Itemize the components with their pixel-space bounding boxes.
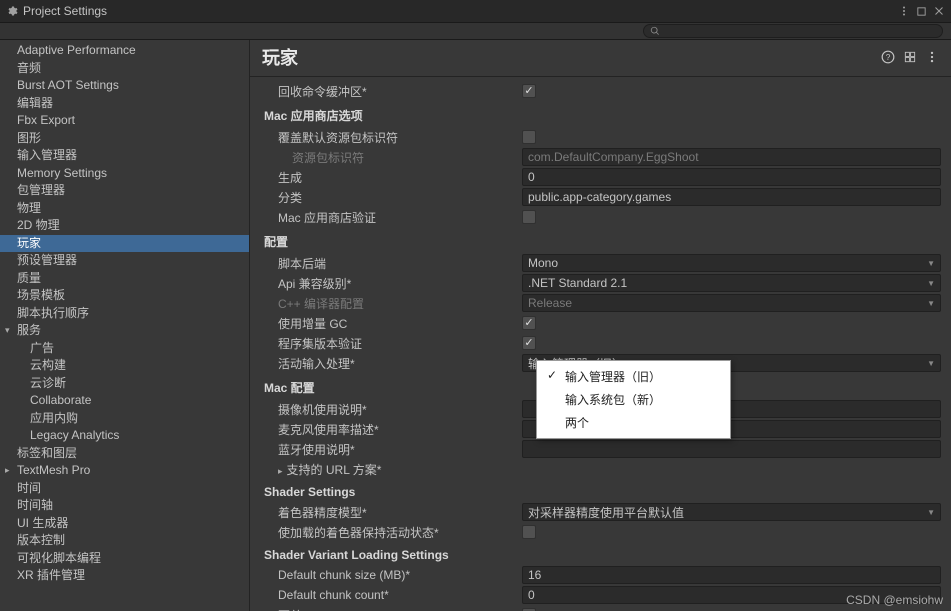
titlebar: Project Settings (0, 0, 951, 22)
backend-label: 脚本后端 (264, 255, 522, 272)
searchbar (0, 22, 951, 40)
maximize-icon[interactable] (916, 6, 927, 17)
override-bundle-label: 覆盖默认资源包标识符 (264, 129, 522, 146)
sidebar-item[interactable]: Fbx Export (0, 112, 249, 130)
sidebar-item[interactable]: 预设管理器 (0, 252, 249, 270)
dropdown-option-both[interactable]: 两个 (537, 411, 730, 434)
sidebar-item[interactable]: 应用内购 (0, 410, 249, 428)
sidebar-item[interactable]: 质量 (0, 270, 249, 288)
camera-label: 摄像机使用说明* (264, 401, 522, 418)
cpp-label: C++ 编译器配置 (264, 295, 522, 312)
search-icon (650, 26, 660, 36)
sidebar-item[interactable]: 2D 物理 (0, 217, 249, 235)
chunksize-label: Default chunk size (MB)* (264, 568, 522, 582)
sidebar: Adaptive Performance音频Burst AOT Settings… (0, 40, 250, 611)
bt-label: 蓝牙使用说明* (264, 441, 522, 458)
api-label: Api 兼容级别* (264, 275, 522, 292)
sidebar-item[interactable]: 图形 (0, 130, 249, 148)
api-dropdown[interactable]: .NET Standard 2.1▼ (522, 274, 941, 292)
sidebar-item[interactable]: Collaborate (0, 392, 249, 410)
sidebar-item[interactable]: Memory Settings (0, 165, 249, 183)
category-field[interactable] (522, 188, 941, 206)
sidebar-item[interactable]: 标签和图层 (0, 445, 249, 463)
sidebar-item[interactable]: TextMesh Pro (0, 462, 249, 480)
sidebar-item[interactable]: 脚本执行顺序 (0, 305, 249, 323)
sidebar-item[interactable]: Burst AOT Settings (0, 77, 249, 95)
mic-label: 麦克风使用率描述* (264, 421, 522, 438)
more-icon[interactable] (898, 5, 910, 17)
recall-buffer-checkbox[interactable] (522, 84, 536, 98)
build-label: 生成 (264, 169, 522, 186)
chunkcount-label: Default chunk count* (264, 588, 522, 602)
config-section: 配置 (264, 227, 941, 253)
gc-label: 使用增量 GC (264, 315, 522, 332)
gear-icon (6, 5, 18, 17)
sidebar-item[interactable]: 音频 (0, 60, 249, 78)
sidebar-item[interactable]: 时间 (0, 480, 249, 498)
variant-section: Shader Variant Loading Settings (264, 542, 941, 565)
sidebar-item[interactable]: 编辑器 (0, 95, 249, 113)
sidebar-item[interactable]: 云诊断 (0, 375, 249, 393)
close-icon[interactable] (933, 5, 945, 17)
shaderprec-dropdown[interactable]: 对采样器精度使用平台默认值▼ (522, 503, 941, 521)
category-label: 分类 (264, 189, 522, 206)
window-title: Project Settings (23, 4, 107, 18)
sidebar-item[interactable]: XR 插件管理 (0, 567, 249, 585)
keepshaders-checkbox[interactable] (522, 525, 536, 539)
sidebar-item[interactable]: 云构建 (0, 357, 249, 375)
menu-icon[interactable] (925, 50, 939, 64)
page-title: 玩家 (262, 44, 298, 70)
svg-text:?: ? (886, 53, 891, 62)
url-schemes-foldout[interactable]: 支持的 URL 方案* (264, 461, 522, 478)
dropdown-option-old[interactable]: 输入管理器（旧） (537, 365, 730, 388)
sidebar-item[interactable]: 广告 (0, 340, 249, 358)
sidebar-item[interactable]: 版本控制 (0, 532, 249, 550)
gc-checkbox[interactable] (522, 316, 536, 330)
sidebar-item[interactable]: UI 生成器 (0, 515, 249, 533)
bundle-id-field[interactable] (522, 148, 941, 166)
bundle-id-label: 资源包标识符 (264, 149, 522, 166)
mac-validate-label: Mac 应用商店验证 (264, 209, 522, 226)
override-label: 覆盖 (264, 607, 522, 611)
assembly-checkbox[interactable] (522, 336, 536, 350)
keepshaders-label: 使加载的着色器保持活动状态* (264, 524, 522, 541)
override-bundle-checkbox[interactable] (522, 130, 536, 144)
cpp-dropdown: Release▼ (522, 294, 941, 312)
sidebar-item[interactable]: 包管理器 (0, 182, 249, 200)
activeinput-popup: 输入管理器（旧） 输入系统包（新） 两个 (536, 360, 731, 439)
content-panel: 玩家 ? 回收命令缓冲区* Mac 应用商店选项 覆盖默认资源包标识符 资源包标… (250, 40, 951, 611)
chunksize-field[interactable] (522, 566, 941, 584)
shaderprec-label: 着色器精度模型* (264, 504, 522, 521)
sidebar-item[interactable]: Legacy Analytics (0, 427, 249, 445)
backend-dropdown[interactable]: Mono▼ (522, 254, 941, 272)
sidebar-item[interactable]: 输入管理器 (0, 147, 249, 165)
sidebar-item[interactable]: 玩家 (0, 235, 249, 253)
dropdown-option-new[interactable]: 输入系统包（新） (537, 388, 730, 411)
shader-section: Shader Settings (264, 479, 941, 502)
help-icon[interactable]: ? (881, 50, 895, 64)
sidebar-item[interactable]: 可视化脚本编程 (0, 550, 249, 568)
recall-buffer-label: 回收命令缓冲区* (264, 83, 522, 100)
search-input[interactable] (643, 24, 943, 38)
bt-field[interactable] (522, 440, 941, 458)
watermark: CSDN @emsiohw (846, 593, 943, 607)
build-field[interactable] (522, 168, 941, 186)
sidebar-item[interactable]: 物理 (0, 200, 249, 218)
sidebar-item[interactable]: 时间轴 (0, 497, 249, 515)
mac-validate-checkbox[interactable] (522, 210, 536, 224)
sidebar-item[interactable]: Adaptive Performance (0, 42, 249, 60)
preset-icon[interactable] (903, 50, 917, 64)
sidebar-item[interactable]: 场景模板 (0, 287, 249, 305)
assembly-label: 程序集版本验证 (264, 335, 522, 352)
mac-store-section: Mac 应用商店选项 (264, 101, 941, 127)
activeinput-label: 活动输入处理* (264, 355, 522, 372)
sidebar-item[interactable]: 服务 (0, 322, 249, 340)
